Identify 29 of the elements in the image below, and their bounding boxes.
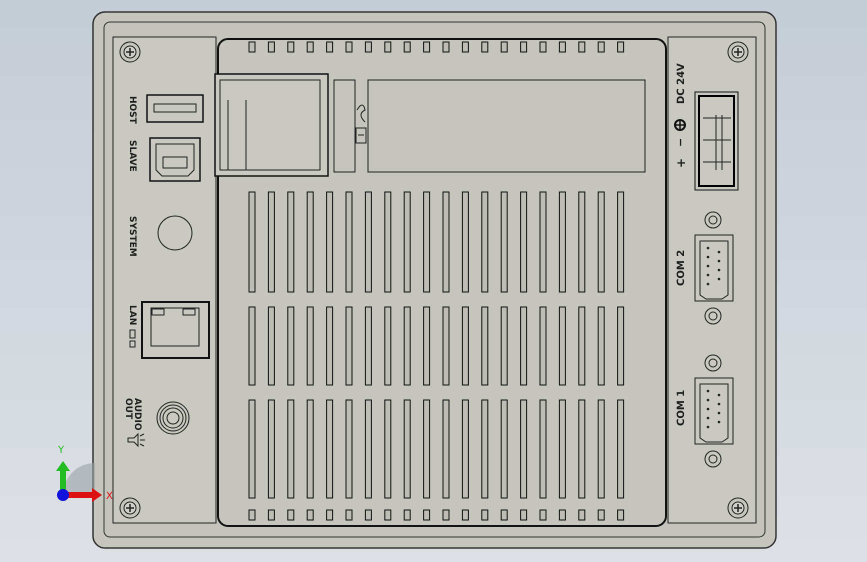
ground-icon — [674, 119, 686, 131]
port-label: SYSTEM — [127, 216, 137, 257]
speaker-icon — [128, 432, 146, 448]
axis-label: Y — [58, 445, 64, 456]
port-label: DC 24V — [676, 63, 687, 104]
audio-jack-icon — [156, 402, 190, 434]
axis-triad-drawing — [56, 461, 102, 502]
port-label: LAN — [127, 305, 137, 326]
ethernet-port-icon — [141, 301, 210, 359]
port-label: HOST — [127, 96, 137, 124]
port-label: SLAVE — [127, 140, 137, 172]
screw-icon — [728, 42, 748, 62]
axis-label: X — [106, 491, 113, 502]
screw-icon — [728, 498, 748, 518]
port-label: COM 2 — [676, 250, 687, 286]
sd-card-icon — [356, 104, 366, 144]
usb-port-icon — [149, 137, 201, 182]
serial-port-icon — [694, 354, 734, 468]
power-terminal-icon — [694, 92, 738, 190]
port-label: − — [674, 138, 687, 147]
port-label: AUDIO — [132, 398, 142, 430]
port-label: + — [674, 158, 688, 168]
screw-icon — [120, 42, 140, 62]
screw-icon — [120, 498, 140, 518]
port-label: OUT — [123, 398, 133, 420]
led-icon — [130, 330, 136, 348]
usb-port-icon — [146, 94, 204, 123]
port-label: COM 1 — [676, 390, 687, 426]
serial-port-icon — [694, 212, 734, 324]
